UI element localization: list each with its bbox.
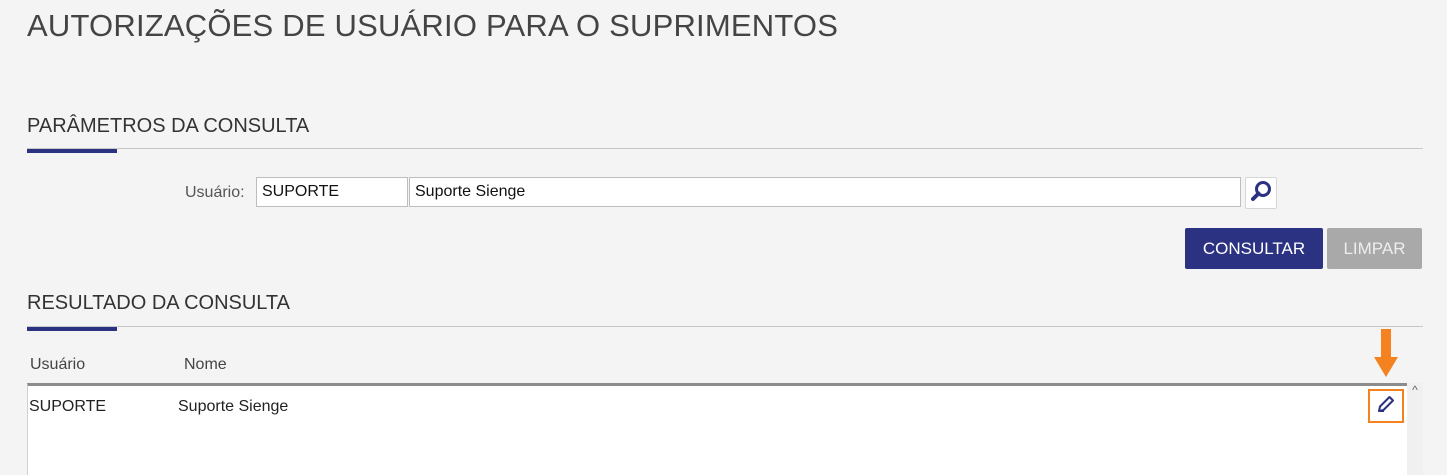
user-name-input[interactable]	[409, 177, 1241, 207]
scroll-up-arrow-icon[interactable]: ^	[1409, 383, 1421, 397]
user-search-button[interactable]	[1245, 177, 1277, 209]
results-section-title: RESULTADO DA CONSULTA	[27, 292, 291, 314]
params-section-title: PARÂMETROS DA CONSULTA	[27, 115, 310, 137]
user-label: Usuário:	[185, 184, 245, 201]
pencil-icon	[1375, 393, 1397, 420]
params-section-accent	[27, 149, 117, 153]
page-title: AUTORIZAÇÕES DE USUÁRIO PARA O SUPRIMENT…	[27, 8, 839, 43]
limpar-button: LIMPAR	[1327, 228, 1422, 269]
magnifier-icon	[1249, 179, 1273, 208]
user-code-input[interactable]	[256, 177, 408, 207]
edit-row-button[interactable]	[1368, 389, 1404, 423]
grid-scrollbar[interactable]: ^	[1407, 383, 1423, 475]
results-section-accent	[27, 327, 117, 331]
row-cell-usuario[interactable]: SUPORTE	[29, 398, 106, 416]
row-cell-nome[interactable]: Suporte Sienge	[178, 398, 288, 416]
results-section-divider	[27, 326, 1423, 327]
results-grid	[27, 383, 1407, 475]
down-arrow-icon	[1374, 329, 1398, 379]
params-section-divider	[27, 148, 1423, 149]
consultar-button[interactable]: CONSULTAR	[1185, 228, 1323, 269]
column-header-nome[interactable]: Nome	[184, 356, 227, 374]
column-header-usuario[interactable]: Usuário	[30, 356, 85, 374]
